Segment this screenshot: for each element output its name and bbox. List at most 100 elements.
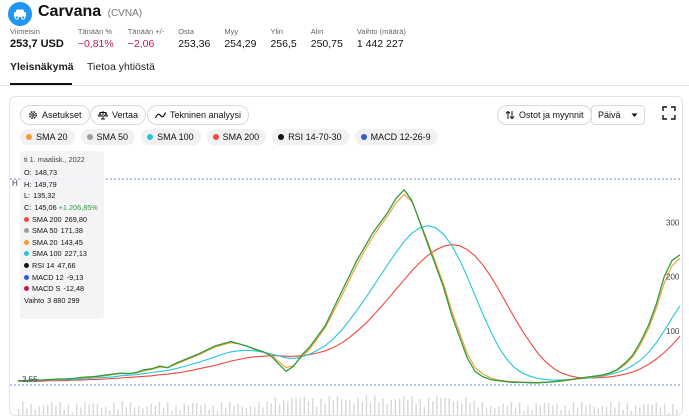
chevron-down-icon (631, 113, 638, 117)
volume-bar (576, 407, 579, 415)
indicator-chip[interactable]: SMA 50 (80, 129, 136, 145)
legend-change: +1 206,85% (58, 203, 98, 213)
volume-bar (109, 410, 111, 415)
volume-bar (626, 403, 628, 415)
volume-bar (622, 409, 624, 415)
volume-bar (568, 410, 571, 415)
volume-bar (535, 403, 537, 415)
volume-bar (183, 403, 185, 415)
indicator-chip[interactable]: MACD 12-26-9 (354, 129, 438, 145)
trend-line-icon (155, 111, 166, 118)
settings-button[interactable]: Asetukset (20, 105, 90, 125)
volume-bar (196, 403, 198, 415)
legend-row: H: 149,79 (24, 179, 100, 191)
volume-bar (92, 403, 94, 415)
period-select[interactable]: Päivä (591, 105, 645, 125)
volume-bar (510, 401, 513, 415)
tab-company-info[interactable]: Tietoa yhtiöstä (87, 61, 155, 73)
legend-color-dot (24, 216, 29, 222)
volume-bar (357, 398, 359, 415)
volume-bar (117, 409, 119, 415)
stat-item: Alin 250,75 (311, 27, 343, 50)
indicator-chip[interactable]: SMA 100 (141, 129, 201, 145)
legend-color-dot (24, 251, 29, 257)
volume-bar (18, 409, 20, 415)
indicator-chip[interactable]: SMA 200 (206, 129, 267, 145)
volume-bar (647, 403, 649, 415)
period-label: Päivä (598, 110, 621, 120)
legend-key: SMA 50 (32, 226, 58, 236)
price-chart[interactable]: 100 200 300 (10, 151, 683, 416)
volume-bar (494, 408, 496, 415)
volume-bar (448, 398, 450, 415)
volume-bar (26, 408, 28, 415)
indicator-label: SMA 20 (36, 132, 68, 142)
high-marker-label: H (12, 179, 18, 188)
legend-key: MACD 12 (32, 272, 64, 282)
legend-color-dot (24, 239, 29, 245)
volume-bar (113, 403, 115, 415)
settings-label: Asetukset (42, 110, 82, 120)
y-tick-label: 100 (666, 327, 680, 336)
volume-bar (229, 401, 231, 415)
volume-bar (436, 396, 438, 415)
volume-bar (88, 404, 90, 415)
tab-overview[interactable]: Yleisnäkymä (10, 61, 74, 73)
volume-bar (167, 402, 169, 415)
volume-bar (262, 407, 264, 415)
volume-bar (191, 403, 194, 415)
volume-bar (618, 401, 620, 415)
volume-bar (589, 403, 591, 415)
volume-bar (158, 401, 161, 415)
stat-item: Tänään +/- −2,06 (128, 27, 164, 50)
legend-color-dot (24, 274, 29, 280)
volume-bar (378, 402, 380, 415)
legend-row: MACD 12 -9,13 (24, 271, 100, 283)
stat-label: Tänään % (77, 27, 113, 36)
volume-bar (233, 406, 235, 415)
legend-key: RSI 14 (32, 261, 55, 271)
volume-bar (216, 411, 219, 415)
stat-value: 250,75 (310, 38, 343, 50)
car-icon (8, 2, 32, 26)
legend-key: H: (24, 179, 32, 189)
volume-bar (311, 398, 314, 415)
volume-bar (560, 410, 562, 415)
volume-bar (394, 399, 397, 415)
volume-bar (585, 406, 587, 415)
volume-bar (146, 406, 148, 415)
fullscreen-icon[interactable] (662, 106, 676, 120)
legend-key: SMA 20 (32, 237, 58, 247)
indicator-chip[interactable]: SMA 20 (20, 129, 75, 145)
volume-bar (523, 411, 525, 415)
volume-bar (398, 398, 401, 415)
technical-analysis-button[interactable]: Tekninen analyysi (147, 105, 250, 125)
volume-bar (452, 401, 455, 415)
indicator-color-dot (278, 134, 285, 140)
volume-bar (142, 408, 144, 415)
stat-value: −0,81% (77, 38, 114, 50)
stat-value: 253,7 USD (10, 38, 64, 50)
volume-bar (278, 404, 281, 415)
volume-bar (386, 403, 388, 415)
volume-bar (353, 403, 355, 415)
volume-bar (328, 395, 330, 415)
volume-bar (547, 403, 550, 415)
compare-button[interactable]: Vertaa (90, 105, 147, 125)
stat-value: 1 442 227 (356, 38, 404, 50)
volume-bar (498, 406, 500, 415)
volume-bar (527, 405, 529, 415)
volume-bar (121, 401, 123, 415)
stat-value: 254,29 (224, 38, 257, 50)
indicator-color-dot (86, 134, 93, 140)
low-value-label: 3,55 (22, 375, 38, 384)
volume-bar (361, 402, 364, 415)
volume-bar (593, 406, 595, 415)
analysis-label: Tekninen analyysi (170, 110, 242, 120)
trades-button[interactable]: Ostot ja myynnit (497, 105, 592, 125)
volume-bar (663, 404, 666, 415)
stat-item: Tänään % −0,81% (78, 27, 114, 50)
legend-key: C: (24, 203, 32, 213)
indicator-chip[interactable]: RSI 14-70-30 (272, 129, 349, 145)
volume-bar (634, 405, 637, 415)
